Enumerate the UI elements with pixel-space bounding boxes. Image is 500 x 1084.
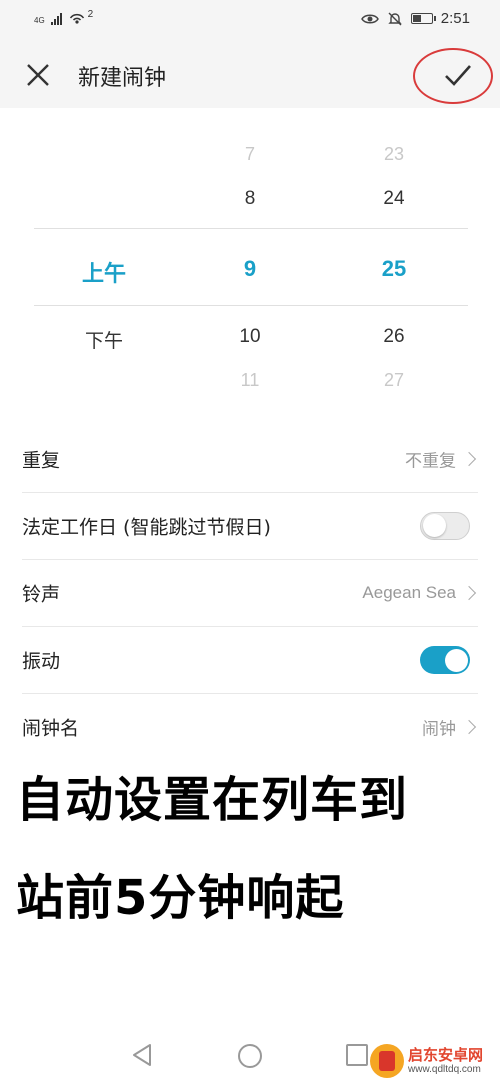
eye-icon: [360, 14, 379, 23]
home-icon[interactable]: [238, 1044, 262, 1068]
hour-option[interactable]: 7: [200, 144, 300, 165]
watermark-logo-icon: [370, 1044, 404, 1078]
page-title: 新建闹钟: [78, 66, 167, 91]
status-right: 2:51: [360, 10, 470, 27]
chevron-right-icon: [461, 585, 477, 601]
vibrate-label: 振动: [22, 650, 61, 673]
minute-option[interactable]: 24: [344, 188, 444, 210]
battery-icon: [410, 13, 436, 24]
workday-row: 法定工作日 (智能跳过节假日): [0, 493, 500, 559]
repeat-value: 不重复: [405, 451, 456, 472]
back-icon[interactable]: [130, 1042, 156, 1068]
network-type: 4G: [34, 16, 45, 25]
minute-option[interactable]: 27: [344, 370, 444, 390]
minute-selected[interactable]: 25: [344, 256, 444, 282]
hour-option[interactable]: 10: [200, 326, 300, 348]
ringtone-value: Aegean Sea: [362, 583, 456, 602]
caption-line-2: 站前5分钟响起: [16, 870, 345, 926]
clock: 2:51: [440, 10, 470, 27]
picker-divider-bottom: [34, 305, 468, 306]
caption-line-1: 自动设置在列车到: [16, 772, 409, 828]
watermark-name: 启东安卓网: [408, 1046, 484, 1064]
picker-divider-top: [34, 228, 468, 229]
annotation-circle: [413, 48, 493, 104]
alarm-name-label: 闹钟名: [22, 717, 80, 740]
chevron-right-icon: [461, 451, 477, 467]
workday-label: 法定工作日 (智能跳过节假日): [22, 516, 271, 539]
signal-icon: [50, 13, 62, 25]
alarm-name-row[interactable]: 闹钟名 闹钟: [0, 694, 500, 760]
period-option[interactable]: 下午: [54, 326, 154, 353]
status-bar: 4G 2 2:51: [0, 0, 500, 42]
chevron-right-icon: [461, 719, 477, 735]
hour-option[interactable]: 8: [200, 188, 300, 210]
watermark-url: www.qdltdq.com: [408, 1064, 481, 1075]
repeat-label: 重复: [22, 449, 61, 472]
close-icon[interactable]: [22, 59, 54, 91]
minute-option[interactable]: 26: [344, 326, 444, 348]
recent-apps-icon[interactable]: [346, 1044, 368, 1066]
hour-option[interactable]: 11: [200, 370, 300, 390]
workday-toggle[interactable]: [420, 512, 470, 540]
vibrate-toggle[interactable]: [420, 646, 470, 674]
alarm-name-value: 闹钟: [422, 719, 456, 740]
watermark: 启东安卓网 www.qdltdq.com: [368, 1042, 498, 1082]
vibrate-row: 振动: [0, 627, 500, 693]
status-left: 4G 2: [34, 9, 94, 25]
period-selected[interactable]: 上午: [54, 256, 154, 288]
hour-selected[interactable]: 9: [200, 256, 300, 282]
hotspot-icon: [69, 13, 84, 24]
minute-option[interactable]: 23: [344, 144, 444, 165]
repeat-row[interactable]: 重复 不重复: [0, 426, 500, 492]
time-picker[interactable]: 7 23 8 24 上午 9 25 下午 10 26 11 27: [0, 108, 500, 398]
hotspot-count: 2: [87, 9, 94, 20]
mute-bell-icon: [388, 12, 402, 25]
ringtone-label: 铃声: [22, 583, 61, 606]
ringtone-row[interactable]: 铃声 Aegean Sea: [0, 560, 500, 626]
